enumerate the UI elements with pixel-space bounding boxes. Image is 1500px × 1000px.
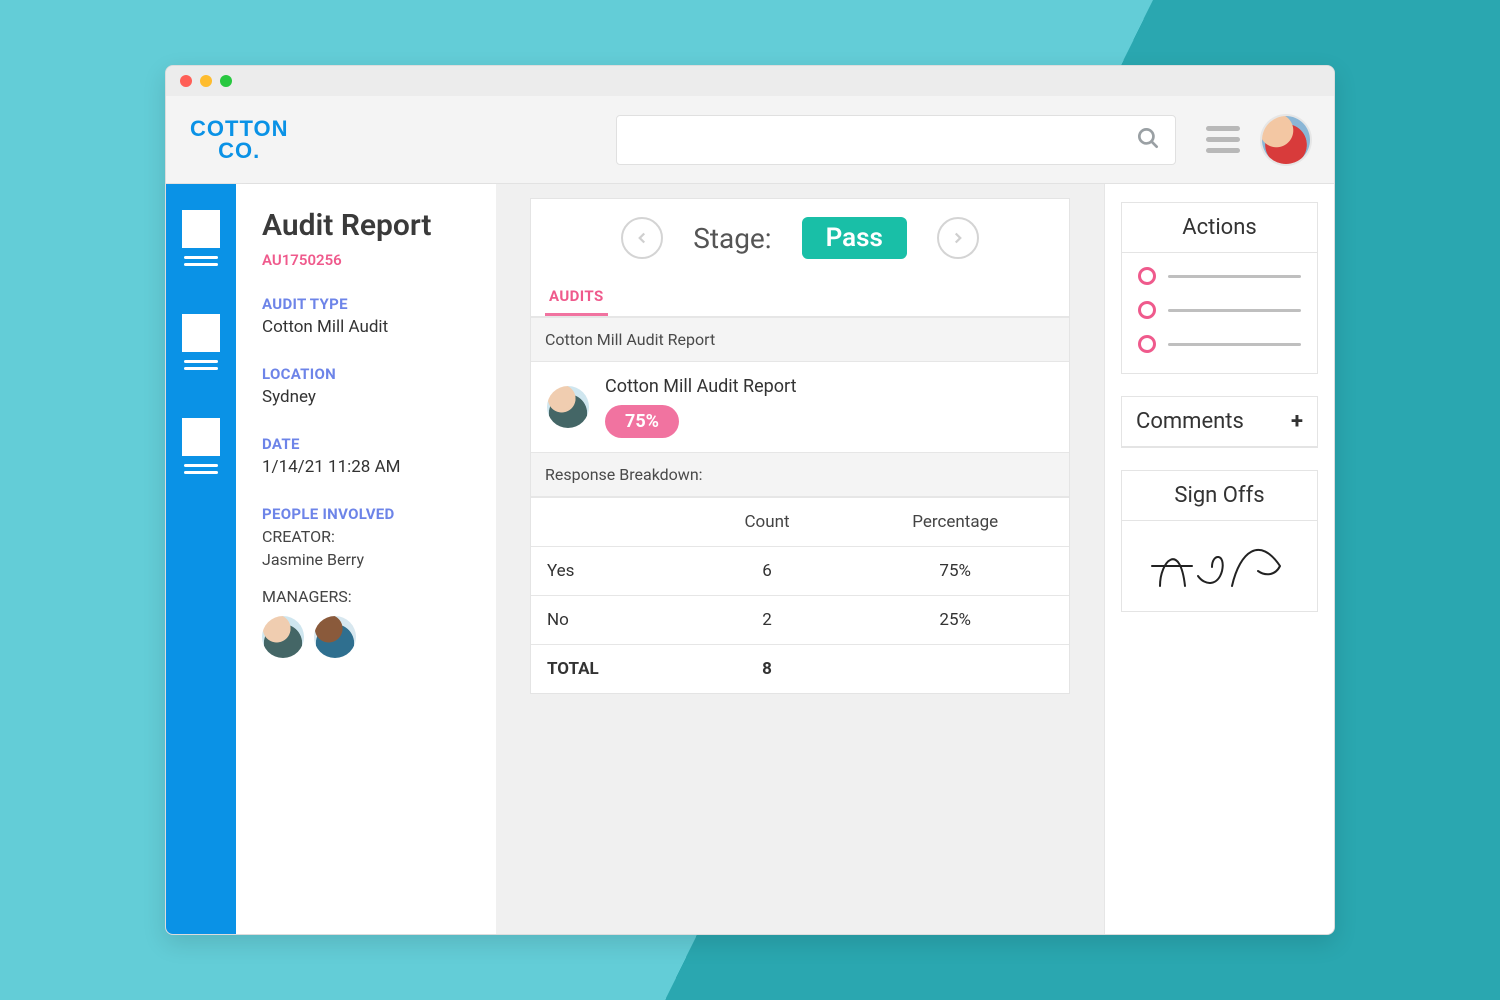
manager-avatar-2[interactable]	[314, 616, 356, 658]
breakdown-no-count: 2	[693, 596, 842, 645]
main-content: Stage: Pass AUDITS Cotton Mill Audit Rep…	[496, 184, 1104, 934]
actions-panel-title: Actions	[1122, 203, 1317, 253]
breakdown-total-pct	[841, 645, 1069, 694]
menu-icon[interactable]	[1206, 126, 1240, 153]
stage-label: Stage:	[693, 222, 771, 255]
breakdown-yes-label: Yes	[531, 547, 693, 596]
comments-panel: Comments +	[1121, 396, 1318, 448]
window-close-icon[interactable]	[180, 75, 192, 87]
date-label: DATE	[262, 435, 472, 453]
breakdown-label: Response Breakdown:	[531, 452, 1069, 497]
nav-rail	[166, 184, 236, 934]
window-titlebar	[166, 66, 1334, 96]
audit-type-label: AUDIT TYPE	[262, 295, 472, 313]
breakdown-col-count: Count	[693, 498, 842, 547]
breakdown-no-pct: 25%	[841, 596, 1069, 645]
breakdown-no-label: No	[531, 596, 693, 645]
nav-rail-item-1-icon	[182, 210, 220, 248]
page-title: Audit Report	[262, 208, 472, 243]
nav-rail-item-3-icon	[182, 418, 220, 456]
audit-card: Stage: Pass AUDITS Cotton Mill Audit Rep…	[530, 198, 1070, 694]
audit-section-header: Cotton Mill Audit Report	[531, 317, 1069, 362]
user-avatar[interactable]	[1262, 116, 1310, 164]
nav-rail-item-1[interactable]	[182, 210, 220, 266]
location-label: LOCATION	[262, 365, 472, 383]
brand-line1: COTTON	[190, 116, 288, 141]
breakdown-yes-pct: 75%	[841, 547, 1069, 596]
signature-image	[1122, 521, 1317, 611]
brand-line2: CO.	[190, 140, 288, 162]
action-item-1[interactable]	[1138, 267, 1301, 285]
signoffs-panel-title: Sign Offs	[1122, 471, 1317, 521]
audit-summary-row[interactable]: Cotton Mill Audit Report 75%	[531, 362, 1069, 452]
manager-avatar-1[interactable]	[262, 616, 304, 658]
breakdown-header-row: Count Percentage	[531, 498, 1069, 547]
details-sidebar: Audit Report AU1750256 AUDIT TYPE Cotton…	[236, 184, 496, 934]
search-input[interactable]	[631, 129, 1135, 150]
audit-type-value: Cotton Mill Audit	[262, 317, 472, 337]
window-minimize-icon[interactable]	[200, 75, 212, 87]
creator-name: Jasmine Berry	[262, 550, 472, 569]
audit-item-title: Cotton Mill Audit Report	[605, 376, 796, 397]
comments-panel-title: Comments	[1136, 409, 1244, 434]
breakdown-total-label: TOTAL	[531, 645, 693, 694]
right-sidebar: Actions Comments +	[1104, 184, 1334, 934]
signoffs-panel: Sign Offs	[1121, 470, 1318, 612]
breakdown-col-percentage: Percentage	[841, 498, 1069, 547]
tab-bar: AUDITS	[531, 277, 1069, 317]
radio-icon	[1138, 301, 1156, 319]
top-bar: COTTON CO.	[166, 96, 1334, 184]
audit-score-badge: 75%	[605, 405, 679, 438]
stage-prev-button[interactable]	[621, 217, 663, 259]
breakdown-row-no: No 2 25%	[531, 596, 1069, 645]
location-value: Sydney	[262, 387, 472, 407]
stage-bar: Stage: Pass	[531, 199, 1069, 277]
creator-label: CREATOR:	[262, 527, 472, 546]
action-item-2[interactable]	[1138, 301, 1301, 319]
brand-logo: COTTON CO.	[190, 118, 288, 162]
window-maximize-icon[interactable]	[220, 75, 232, 87]
managers-label: MANAGERS:	[262, 587, 472, 606]
add-comment-button[interactable]: +	[1291, 409, 1303, 434]
breakdown-total-count: 8	[693, 645, 842, 694]
search-field[interactable]	[616, 115, 1176, 165]
actions-panel: Actions	[1121, 202, 1318, 374]
breakdown-yes-count: 6	[693, 547, 842, 596]
record-id: AU1750256	[262, 251, 472, 269]
breakdown-row-total: TOTAL 8	[531, 645, 1069, 694]
audit-owner-avatar	[547, 386, 589, 428]
stage-next-button[interactable]	[937, 217, 979, 259]
tab-audits[interactable]: AUDITS	[545, 277, 608, 316]
nav-rail-item-2-icon	[182, 314, 220, 352]
stage-value-badge: Pass	[802, 217, 907, 259]
nav-rail-item-3[interactable]	[182, 418, 220, 474]
nav-rail-item-2[interactable]	[182, 314, 220, 370]
people-involved-label: PEOPLE INVOLVED	[262, 505, 472, 523]
search-icon[interactable]	[1135, 125, 1161, 155]
date-value: 1/14/21 11:28 AM	[262, 457, 472, 477]
breakdown-row-yes: Yes 6 75%	[531, 547, 1069, 596]
app-window: COTTON CO.	[165, 65, 1335, 935]
action-item-3[interactable]	[1138, 335, 1301, 353]
breakdown-table: Count Percentage Yes 6 75% No 2	[531, 497, 1069, 693]
radio-icon	[1138, 267, 1156, 285]
radio-icon	[1138, 335, 1156, 353]
breakdown-col-blank	[531, 498, 693, 547]
